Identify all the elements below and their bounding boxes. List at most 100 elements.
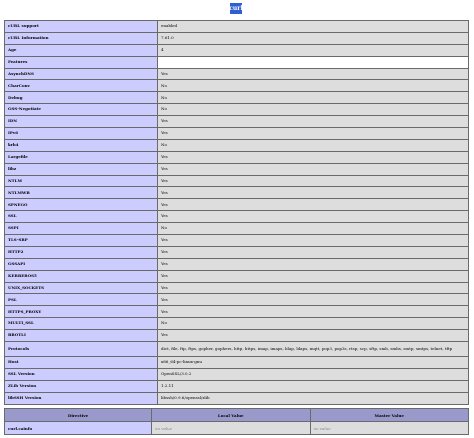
local-value: no value	[151, 421, 311, 435]
info-row: UNIX_SOCKETS Yes	[4, 281, 469, 295]
info-row: NTLM Yes	[4, 174, 469, 188]
info-row: NTLMWB Yes	[4, 186, 469, 200]
info-row-name: Host	[4, 356, 158, 369]
info-row: IPv6 Yes	[4, 127, 469, 140]
info-row: Protocols dict, file, ftp, ftps, gopher, …	[4, 341, 469, 358]
section-title-curl[interactable]: curl	[230, 3, 242, 14]
info-row: Features	[4, 55, 469, 69]
info-row-value: Yes	[157, 245, 469, 259]
info-row: BROTLI Yes	[4, 329, 469, 343]
info-row-value: 1.2.11	[157, 379, 469, 393]
info-row-name: GSS-Negotiate	[4, 103, 158, 117]
info-row-name: SSL Version	[4, 367, 158, 381]
info-row: Age 4	[4, 43, 469, 57]
info-row-value	[157, 55, 469, 69]
info-row: ZLib Version 1.2.11	[4, 379, 469, 393]
info-row-name: NTLM	[4, 174, 158, 188]
info-row-name: Protocols	[4, 341, 158, 358]
info-row-name: MULTI_SSL	[4, 317, 158, 331]
info-row: KERBEROS5 Yes	[4, 269, 469, 283]
info-row-name: SSL	[4, 210, 158, 224]
info-row: cURL Information 7.61.0	[4, 31, 469, 45]
directive-header-row: Directive Local Value Master Value	[4, 408, 469, 422]
info-row-value: libssh/0.9.6/openssl/zlib	[157, 391, 469, 405]
info-row-name: krb4	[4, 138, 158, 152]
info-row: GSS-Negotiate No	[4, 103, 469, 117]
info-row-name: PSL	[4, 293, 158, 307]
info-row: SSL Version OpenSSL/3.0.2	[4, 367, 469, 381]
info-row: Largefile Yes	[4, 150, 469, 164]
info-row-name: libz	[4, 162, 158, 176]
info-row-name: CharConv	[4, 79, 158, 93]
info-row: TLS-SRP Yes	[4, 234, 469, 247]
info-row-name: cURL Information	[4, 31, 158, 45]
directive-table: Directive Local Value Master Value curl.…	[4, 408, 469, 435]
info-row-value: No	[157, 79, 469, 93]
info-row-value: Yes	[157, 329, 469, 343]
info-row-name: UNIX_SOCKETS	[4, 281, 158, 295]
info-row-value: OpenSSL/3.0.2	[157, 367, 469, 381]
info-row-value: Yes	[157, 162, 469, 176]
info-row-value: Yes	[157, 186, 469, 200]
master-value: no value	[309, 421, 469, 435]
info-row-value: No	[157, 222, 469, 236]
info-row-value: Yes	[157, 127, 469, 140]
info-row-value: Yes	[157, 174, 469, 188]
local-value-text: no value	[155, 425, 173, 431]
info-row-value: Yes	[157, 281, 469, 295]
info-row-value: Yes	[157, 293, 469, 307]
info-row-value: Yes	[157, 210, 469, 224]
info-row: libz Yes	[4, 162, 469, 176]
info-row-value: Yes	[157, 257, 469, 271]
info-row-name: SPNEGO	[4, 198, 158, 212]
info-row: MULTI_SSL No	[4, 317, 469, 331]
info-row-name: IDN	[4, 115, 158, 129]
info-row-value: enabled	[157, 20, 469, 33]
curl-info-table: cURL support enabled cURL Information 7.61.…	[4, 20, 469, 405]
info-row-name: NTLMWB	[4, 186, 158, 200]
info-row-name: Age	[4, 43, 158, 57]
info-row-value: Yes	[157, 305, 469, 319]
info-row-value: 7.61.0	[157, 31, 469, 45]
info-row: cURL support enabled	[4, 20, 469, 33]
info-row: SSL Yes	[4, 210, 469, 224]
info-row-name: HTTPS_PROXY	[4, 305, 158, 319]
info-row-name: KERBEROS5	[4, 269, 158, 283]
info-row: IDN Yes	[4, 115, 469, 129]
info-row: GSSAPI Yes	[4, 257, 469, 271]
master-value-text: no value	[313, 425, 331, 431]
info-row-name: libSSH Version	[4, 391, 158, 405]
info-row-name: HTTP2	[4, 245, 158, 259]
info-row-name: TLS-SRP	[4, 234, 158, 247]
info-row: CharConv No	[4, 79, 469, 93]
info-row-name: IPv6	[4, 127, 158, 140]
directive-header: Directive	[4, 408, 152, 422]
info-row: AsynchDNS Yes	[4, 67, 469, 81]
phpinfo-page: curl cURL support enabled cURL Information…	[0, 0, 474, 438]
info-row-name: Largefile	[4, 150, 158, 164]
info-row-name: GSSAPI	[4, 257, 158, 271]
info-row: Host x86_64-pc-linux-gnu	[4, 356, 469, 369]
info-row-value: x86_64-pc-linux-gnu	[157, 356, 469, 369]
info-row-value: No	[157, 317, 469, 331]
info-row: Debug No	[4, 91, 469, 105]
local-value-header: Local Value	[151, 408, 311, 422]
info-row: SPNEGO Yes	[4, 198, 469, 212]
info-row-value: 4	[157, 43, 469, 57]
info-row-name: cURL support	[4, 20, 158, 33]
info-row-value: Yes	[157, 115, 469, 129]
info-row: HTTP2 Yes	[4, 245, 469, 259]
info-row: PSL Yes	[4, 293, 469, 307]
info-row-value: No	[157, 91, 469, 105]
info-row-value: Yes	[157, 150, 469, 164]
directive-row: curl.cainfo no value no value	[4, 421, 469, 435]
directive-name: curl.cainfo	[4, 421, 152, 435]
info-row: HTTPS_PROXY Yes	[4, 305, 469, 319]
info-row: SSPI No	[4, 222, 469, 236]
info-row-name: AsynchDNS	[4, 67, 158, 81]
info-row-value: No	[157, 138, 469, 152]
info-row-value: Yes	[157, 269, 469, 283]
info-row-value: Yes	[157, 234, 469, 247]
info-row: libSSH Version libssh/0.9.6/openssl/zlib	[4, 391, 469, 405]
info-row-value: dict, file, ftp, ftps, gopher, gophers, …	[157, 341, 469, 358]
